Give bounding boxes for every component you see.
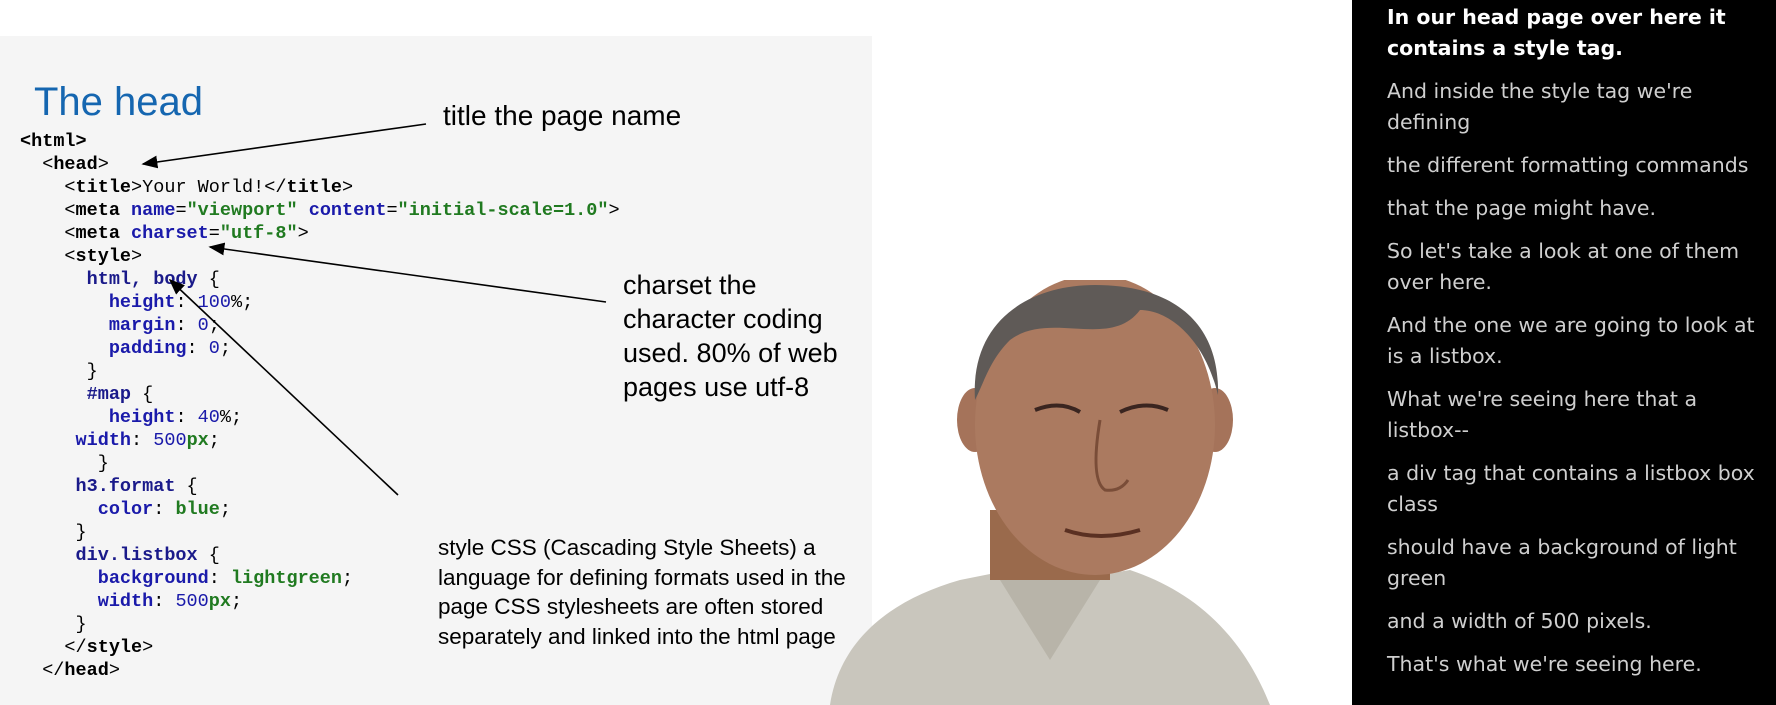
- lecture-video[interactable]: The head <html> <head> <title>Your World…: [0, 0, 1352, 705]
- caption-line: that the page might have.: [1387, 196, 1657, 220]
- caption-line: the different formatting commands: [1387, 153, 1749, 177]
- presenter-video-figure: [830, 280, 1270, 705]
- caption-line: So let's take a look at one of them over…: [1387, 239, 1740, 294]
- charset-arrow: [208, 242, 607, 303]
- style-arrow: [168, 278, 399, 496]
- caption-line: a div tag that contains a listbox box cl…: [1387, 461, 1755, 516]
- title-arrow: [141, 123, 427, 169]
- caption-line: That's what we're seeing here.: [1387, 652, 1702, 676]
- caption-line: And the one we are going to look at is a…: [1387, 313, 1755, 368]
- caption-line: should have a background of light green: [1387, 535, 1737, 590]
- caption-line: and a width of 500 pixels.: [1387, 609, 1652, 633]
- caption-line: What we're seeing here that a listbox--: [1387, 387, 1698, 442]
- caption-list: In our head page over here it contains a…: [1387, 0, 1762, 692]
- caption-line: And inside the style tag we're defining: [1387, 79, 1693, 134]
- caption-panel[interactable]: In our head page over here it contains a…: [1352, 0, 1776, 705]
- caption-active: In our head page over here it contains a…: [1387, 5, 1726, 60]
